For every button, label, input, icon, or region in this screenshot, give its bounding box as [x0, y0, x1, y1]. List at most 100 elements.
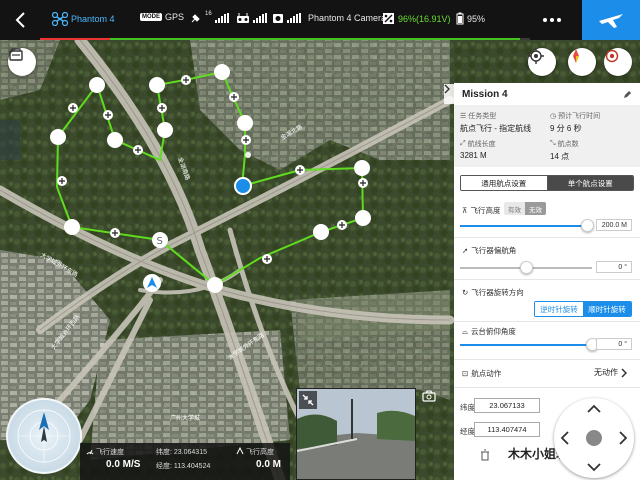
selected-waypoint-marker[interactable] — [234, 177, 252, 195]
yaw-slider-knob[interactable] — [520, 261, 533, 274]
home-point-icon[interactable] — [143, 274, 161, 292]
road-label: 广州大学城 — [170, 414, 200, 422]
directional-pad[interactable] — [554, 398, 634, 478]
fly-button[interactable] — [582, 0, 640, 40]
rc-battery-value: 95% — [467, 13, 486, 24]
waypoint-marker[interactable] — [157, 122, 173, 138]
tab-general-settings[interactable]: 通用航点设置 — [461, 176, 548, 190]
waypoint-marker[interactable] — [313, 224, 329, 240]
waypoint-count: ⤡ 航点数 14 点 — [550, 139, 640, 162]
edit-pencil-icon[interactable] — [623, 90, 632, 99]
divider — [454, 279, 640, 280]
rotation-cw-option[interactable]: 顺时针旋转 — [583, 302, 631, 316]
waypoint-marker[interactable] — [207, 277, 223, 293]
start-point-marker[interactable]: S — [152, 232, 168, 248]
waypoint-marker[interactable] — [50, 129, 66, 145]
gimbal-slider[interactable] — [460, 338, 599, 351]
lat-readout: 纬度: 23.064315 — [156, 449, 207, 456]
battery-percent-icon — [383, 13, 394, 24]
compass-icon — [573, 49, 579, 63]
camera-status: Phantom 4 Camera — [272, 12, 386, 24]
satellite-icon — [191, 14, 200, 23]
midpoint-marker[interactable] — [262, 254, 272, 264]
waypoint-marker[interactable] — [237, 115, 253, 131]
speed-value: 0.0 M/S — [106, 459, 141, 470]
rotation-toggle[interactable]: 逆时针旋转 顺时针旋转 — [534, 301, 632, 317]
waypoint-marker[interactable] — [355, 210, 371, 226]
top-status-bar: Phantom 4 MODE GPS 16 Phantom 4 Camera 9… — [0, 0, 640, 40]
midpoint-marker[interactable] — [181, 75, 191, 85]
altitude-slider[interactable] — [460, 219, 594, 232]
chevron-left-icon — [15, 12, 25, 28]
midpoint-marker[interactable] — [133, 145, 143, 155]
chevron-right-icon — [621, 367, 627, 378]
waypoint-marker[interactable] — [64, 219, 80, 235]
altitude-slider-knob[interactable] — [581, 219, 594, 232]
crosshair-icon — [528, 48, 544, 64]
speed-label: 飞行速度 — [96, 449, 124, 456]
waypoint-marker[interactable] — [149, 77, 165, 93]
midpoint-marker[interactable] — [295, 165, 305, 175]
speed-icon — [86, 449, 94, 455]
midpoint-marker[interactable] — [241, 135, 251, 145]
task-type-value: 航点飞行 - 指定航线 — [460, 124, 532, 133]
locate-user-button[interactable] — [604, 48, 632, 76]
waypoint-marker[interactable] — [214, 64, 230, 80]
delete-waypoint-button[interactable] — [480, 449, 490, 463]
rotation-icon: ↻ — [462, 288, 469, 297]
camera-settings-button[interactable] — [420, 388, 438, 404]
waypoint-action-value: 无动作 — [594, 368, 618, 377]
midpoint-marker[interactable] — [337, 220, 347, 230]
altitude-toggle[interactable]: 有效 无效 — [504, 202, 546, 215]
mission-header: Mission 4 — [454, 83, 640, 105]
midpoint-marker[interactable] — [68, 103, 78, 113]
lat-input[interactable]: 23.067133 — [474, 398, 540, 413]
gimbal-slider-fill — [460, 344, 592, 346]
midpoint-marker[interactable] — [229, 92, 239, 102]
more-button[interactable] — [530, 0, 574, 40]
clock-icon: ◷ — [550, 113, 557, 120]
divider — [454, 359, 640, 360]
gimbal-value[interactable]: 0 ° — [596, 338, 632, 350]
height-icon — [236, 447, 244, 455]
yaw-icon: ➚ — [462, 246, 469, 255]
aircraft-name: Phantom 4 — [71, 14, 115, 24]
height-value: 0.0 M — [256, 459, 282, 470]
locate-aircraft-button[interactable] — [528, 48, 556, 76]
altitude-toggle-off[interactable]: 无效 — [525, 202, 546, 215]
route-length-value: 3281 M — [460, 151, 487, 160]
lon-input[interactable]: 113.407474 — [474, 422, 540, 437]
yaw-slider[interactable] — [460, 261, 592, 274]
waypoint-marker[interactable] — [89, 77, 105, 93]
midpoint-marker[interactable] — [57, 176, 67, 186]
dpad-arrows-icon — [560, 404, 628, 472]
action-icon: ⊡ — [462, 369, 469, 378]
settings-tabs: 通用航点设置 单个航点设置 — [460, 175, 634, 191]
midpoint-marker[interactable] — [110, 228, 120, 238]
compass-mode-button[interactable] — [568, 48, 596, 76]
altitude-value[interactable]: 200.0 M — [596, 219, 632, 231]
waypoint-action-row[interactable]: ⊡ 航点动作 无动作 — [454, 365, 640, 381]
tab-single-waypoint-settings[interactable]: 单个航点设置 — [547, 176, 633, 190]
altitude-toggle-on[interactable]: 有效 — [504, 202, 525, 215]
satellite-status: 16 — [190, 11, 229, 24]
minimize-preview-button[interactable] — [299, 391, 317, 409]
waypoint-marker[interactable] — [107, 132, 123, 148]
rotation-ccw-option[interactable]: 逆时针旋转 — [535, 302, 583, 316]
aircraft-status[interactable]: Phantom 4 — [52, 12, 115, 26]
satellite-count: 16 — [205, 11, 212, 17]
map-layer-button[interactable] — [8, 48, 36, 76]
camera-preview[interactable] — [296, 388, 416, 480]
midpoint-marker[interactable] — [358, 178, 368, 188]
estimated-time-value: 9 分 6 秒 — [550, 124, 582, 133]
midpoint-marker[interactable] — [103, 110, 113, 120]
telemetry-bar: 飞行速度 0.0 M/S 纬度: 23.064315 经度: 113.40452… — [80, 443, 290, 480]
waypoint-marker[interactable] — [354, 160, 370, 176]
gps-signal-icon — [214, 13, 229, 23]
mission-summary: ☰ 任务类型 航点飞行 - 指定航线 ◷ 预计飞行时间 9 分 6 秒 ⤢ 航线长度 … — [454, 105, 640, 167]
yaw-value[interactable]: 0 ° — [596, 261, 632, 273]
midpoint-marker[interactable] — [157, 103, 167, 113]
panel-collapse-button[interactable] — [444, 84, 454, 104]
back-button[interactable] — [0, 0, 40, 40]
lat-label: 纬度 — [460, 403, 475, 412]
